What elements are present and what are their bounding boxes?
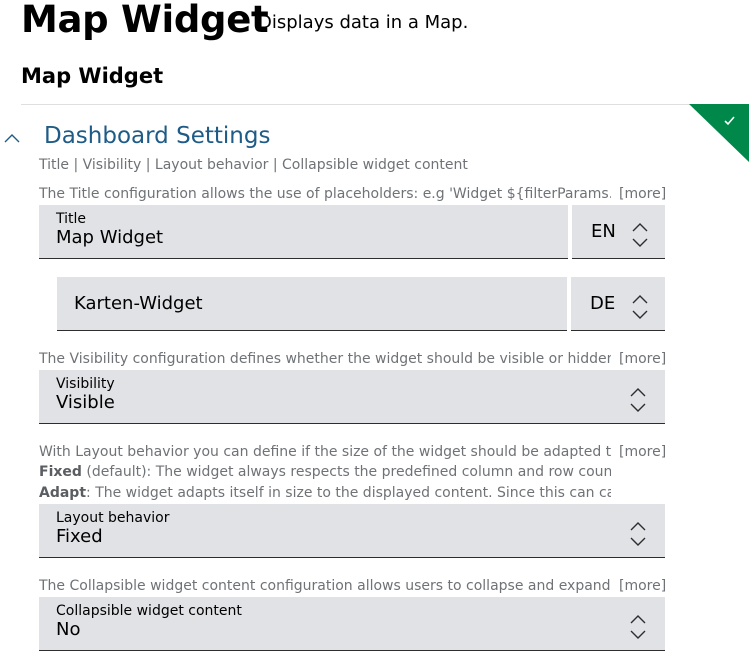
section-title-dashboard-settings[interactable]: Dashboard Settings — [44, 123, 270, 149]
collapsible-value: No — [56, 619, 81, 640]
language-select-de[interactable]: DE — [571, 277, 665, 331]
visibility-more-link[interactable]: [more] — [619, 351, 666, 367]
language-code-en: EN — [591, 221, 616, 242]
layout-behavior-value: Fixed — [56, 526, 103, 547]
visibility-label: Visibility — [56, 376, 115, 392]
page-title: Map Widget — [21, 0, 269, 41]
title-field-en[interactable]: Title Map Widget — [39, 205, 568, 259]
section-summary: Title | Visibility | Layout behavior | C… — [39, 157, 468, 173]
spinner-up-down-icon — [630, 388, 646, 412]
layout-fixed-description: Fixed (default): The widget always respe… — [39, 464, 611, 480]
spinner-up-down-icon — [632, 223, 648, 247]
chevron-up-icon[interactable] — [2, 128, 22, 148]
visibility-value: Visible — [56, 392, 115, 413]
layout-fixed-term: Fixed — [39, 464, 82, 480]
layout-adapt-text: : The widget adapts itself in size to th… — [86, 485, 611, 501]
collapsible-description: The Collapsible widget content configura… — [39, 578, 611, 594]
layout-adapt-description: Adapt: The widget adapts itself in size … — [39, 485, 611, 501]
collapsible-select[interactable]: Collapsible widget content No — [39, 597, 665, 651]
spinner-up-down-icon — [630, 615, 646, 639]
layout-description: With Layout behavior you can define if t… — [39, 444, 611, 460]
title-description: The Title configuration allows the use o… — [39, 186, 611, 202]
spinner-up-down-icon — [632, 295, 648, 319]
title-field-value-de[interactable]: Karten-Widget — [74, 293, 203, 314]
layout-fixed-text: (default): The widget always respects th… — [81, 464, 611, 480]
collapsible-label: Collapsible widget content — [56, 603, 242, 619]
title-field-value-en[interactable]: Map Widget — [56, 227, 163, 248]
layout-behavior-label: Layout behavior — [56, 510, 170, 526]
layout-adapt-term: Adapt — [39, 485, 87, 501]
layout-more-link[interactable]: [more] — [619, 444, 666, 460]
page-subtitle: Displays data in a Map. — [258, 12, 469, 33]
widget-name-heading: Map Widget — [21, 64, 164, 88]
spinner-up-down-icon — [630, 522, 646, 546]
title-field-de[interactable]: Karten-Widget — [57, 277, 567, 331]
language-select-en[interactable]: EN — [572, 205, 665, 259]
layout-behavior-select[interactable]: Layout behavior Fixed — [39, 504, 665, 558]
language-code-de: DE — [590, 293, 616, 314]
visibility-description: The Visibility configuration defines whe… — [39, 351, 611, 367]
divider — [21, 104, 749, 105]
valid-checkmark-badge — [689, 104, 749, 162]
title-more-link[interactable]: [more] — [619, 186, 666, 202]
visibility-select[interactable]: Visibility Visible — [39, 370, 665, 424]
title-field-label: Title — [56, 211, 87, 227]
collapsible-more-link[interactable]: [more] — [619, 578, 666, 594]
